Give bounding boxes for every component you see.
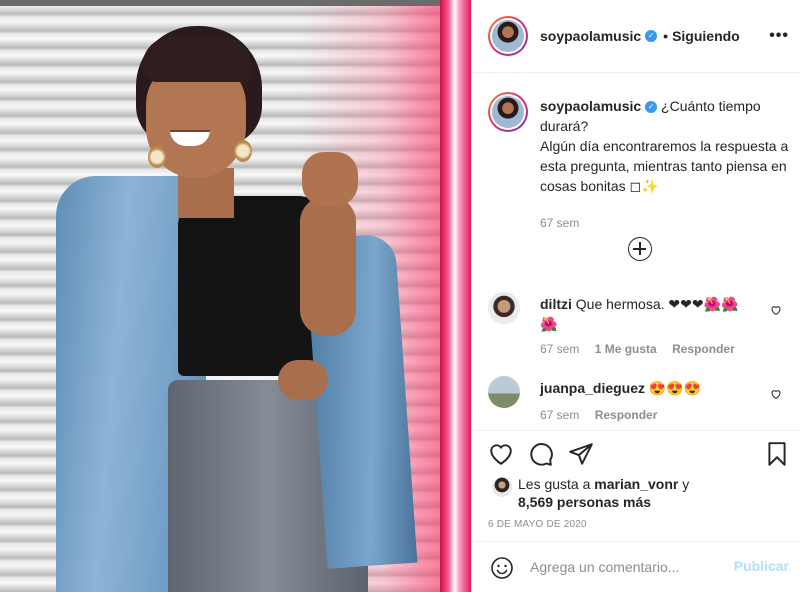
comment-bubble-icon[interactable] bbox=[528, 441, 554, 467]
comment-text: diltzi Que hermosa. ❤❤❤🌺🌺🌺 bbox=[540, 294, 755, 334]
reply-button[interactable]: Responder bbox=[595, 408, 658, 422]
verified-badge-icon: ✓ bbox=[645, 101, 658, 114]
likes-count[interactable]: 8,569 personas más bbox=[518, 493, 651, 511]
hand-on-collar bbox=[302, 152, 358, 206]
comment-likes[interactable]: 1 Me gusta bbox=[595, 342, 657, 356]
likes-conj: y bbox=[682, 476, 690, 492]
following-button[interactable]: Siguiendo bbox=[672, 28, 740, 44]
action-icons-row bbox=[488, 441, 788, 471]
like-heart-icon[interactable] bbox=[488, 441, 514, 467]
caption-line-2: Algún día encontraremos la respuesta a e… bbox=[540, 138, 789, 194]
reply-button[interactable]: Responder bbox=[672, 342, 735, 356]
earring-left bbox=[148, 146, 166, 168]
comment-time[interactable]: 67 sem bbox=[540, 342, 579, 356]
post-date[interactable]: 6 DE MAYO DE 2020 bbox=[488, 519, 587, 530]
caption-emoji: ◻✨ bbox=[629, 178, 659, 194]
share-paper-plane-icon[interactable] bbox=[568, 441, 594, 467]
comments-scroll-area[interactable]: soypaolamusic ✓ ¿Cuánto tiempo durará? Al… bbox=[472, 74, 800, 430]
earring-right bbox=[234, 140, 252, 162]
load-more-comments-icon[interactable] bbox=[628, 237, 652, 261]
comment-body: 😍😍😍 bbox=[648, 380, 702, 396]
header-username[interactable]: soypaolamusic bbox=[540, 28, 641, 44]
publish-button[interactable]: Publicar bbox=[734, 558, 789, 574]
comment-avatar[interactable] bbox=[488, 292, 520, 324]
more-options-icon[interactable]: ••• bbox=[769, 27, 789, 45]
comment-username[interactable]: diltzi bbox=[540, 296, 572, 312]
woman-figure bbox=[0, 0, 440, 592]
post-photo[interactable] bbox=[0, 0, 471, 592]
header-separator: • bbox=[663, 28, 669, 44]
like-comment-heart-icon[interactable] bbox=[770, 304, 782, 316]
avatar[interactable] bbox=[488, 16, 528, 56]
post-side-panel: soypaolamusic ✓ • Siguiendo ••• soypaola… bbox=[471, 0, 800, 592]
raised-arm bbox=[300, 196, 356, 336]
likes-prefix: Les gusta a bbox=[518, 476, 591, 492]
likes-line-1: Les gusta a marian_vonr y bbox=[518, 475, 689, 493]
comment-avatar[interactable] bbox=[488, 376, 520, 408]
post-actions: Les gusta a marian_vonr y 8,569 personas… bbox=[472, 430, 800, 540]
comment-text: juanpa_dieguez 😍😍😍 bbox=[540, 378, 755, 398]
like-comment-heart-icon[interactable] bbox=[770, 388, 782, 400]
comment-time[interactable]: 67 sem bbox=[540, 408, 579, 422]
caption-username[interactable]: soypaolamusic bbox=[540, 98, 641, 114]
caption-text: soypaolamusic ✓ ¿Cuánto tiempo durará? Al… bbox=[540, 96, 795, 196]
comment-input[interactable] bbox=[530, 557, 730, 577]
post-header: soypaolamusic ✓ • Siguiendo ••• bbox=[472, 0, 800, 73]
bangs bbox=[142, 36, 252, 82]
caption-avatar[interactable] bbox=[488, 92, 528, 132]
liker-avatar[interactable] bbox=[492, 477, 512, 497]
liker-username[interactable]: marian_vonr bbox=[594, 476, 678, 492]
comment-meta: 67 sem Responder bbox=[540, 408, 669, 422]
caption-timestamp[interactable]: 67 sem bbox=[540, 216, 579, 230]
comment-username[interactable]: juanpa_dieguez bbox=[540, 380, 645, 396]
save-bookmark-icon[interactable] bbox=[764, 441, 790, 467]
neon-pillar bbox=[440, 0, 471, 592]
verified-badge-icon: ✓ bbox=[645, 30, 658, 42]
emoji-smiley-icon[interactable] bbox=[490, 556, 514, 580]
hand-at-waist bbox=[278, 360, 328, 400]
add-comment-bar: Publicar bbox=[472, 541, 800, 592]
comment-meta: 67 sem 1 Me gusta Responder bbox=[540, 342, 747, 356]
